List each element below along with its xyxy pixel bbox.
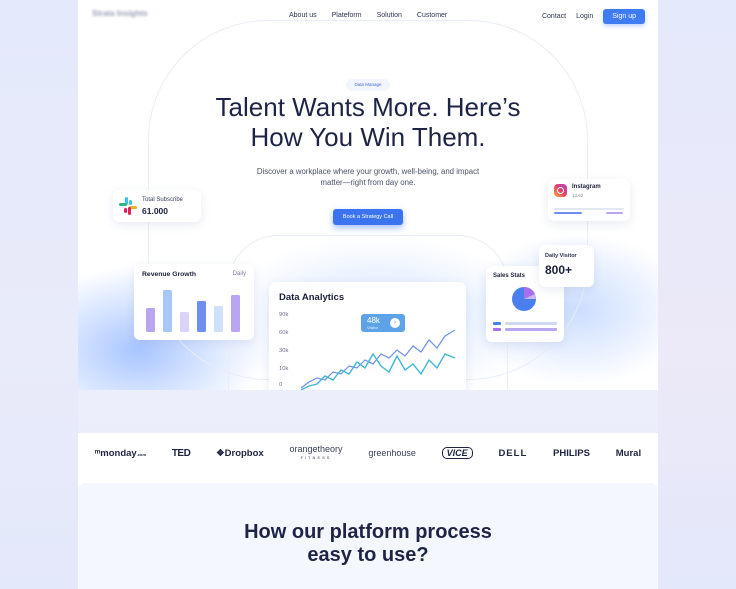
- contact-link[interactable]: Contact: [542, 13, 566, 20]
- process-section: How our platform process easy to use?: [78, 473, 658, 589]
- vice-logo: VICE: [441, 447, 473, 459]
- orangetheory-text: orangetheory: [289, 443, 343, 454]
- tooltip-label: Visitor: [367, 325, 379, 330]
- nav-link-solution[interactable]: Solution: [377, 12, 402, 19]
- brand-logo[interactable]: Strata Insights: [92, 9, 148, 27]
- revenue-title: Revenue Growth: [142, 271, 197, 278]
- sales-legend-bar: [505, 322, 557, 325]
- instagram-name: Instagram: [572, 184, 601, 190]
- orangetheory-subtext: FITNESS: [300, 454, 332, 460]
- revenue-bar: [146, 308, 155, 332]
- hero-title-line-1: Talent Wants More. Here’s: [215, 92, 521, 122]
- instagram-card: Instagram 13,62: [548, 179, 630, 221]
- analytics-title: Data Analytics: [279, 292, 345, 303]
- hero-subtitle-line-1: Discover a workplace where your growth, …: [256, 167, 480, 176]
- analytics-line-primary: [300, 352, 456, 390]
- revenue-bar: [180, 312, 189, 332]
- analytics-tick: 10k: [279, 366, 289, 372]
- hero-subtitle: Discover a workplace where your growth, …: [244, 166, 492, 188]
- tooltip-arrow-icon: ›: [390, 318, 400, 328]
- instagram-progress: [554, 212, 582, 214]
- instagram-progress-secondary: [606, 212, 623, 214]
- login-link[interactable]: Login: [576, 13, 593, 20]
- sales-title: Sales Stats: [493, 273, 526, 279]
- revenue-bar: [163, 290, 172, 332]
- revenue-bar: [197, 301, 206, 332]
- revenue-growth-card: Revenue Growth Daily: [134, 264, 254, 340]
- analytics-tick: 0: [279, 382, 283, 388]
- monday-logo: ᵐmonday.com: [95, 448, 146, 459]
- revenue-period[interactable]: Daily: [233, 271, 246, 277]
- book-strategy-call-button[interactable]: Book a Strategy Call: [333, 209, 403, 225]
- hero-subtitle-line-2: matter—right from day one.: [320, 178, 416, 187]
- subscribe-value: 61.000: [142, 206, 168, 216]
- revenue-bar-chart: [146, 286, 246, 332]
- monday-text: monday: [100, 447, 137, 459]
- instagram-icon: [554, 184, 567, 197]
- revenue-bar: [214, 306, 223, 332]
- nav-links: About us Plateform Solution Customer: [289, 12, 447, 19]
- nav-actions: Contact Login Sign up: [542, 9, 645, 24]
- tooltip-value: 48k: [367, 316, 380, 325]
- nav-link-customer[interactable]: Customer: [417, 12, 447, 19]
- hero-title: Talent Wants More. Here’s How You Win Th…: [78, 92, 658, 152]
- philips-logo: PHILIPS: [553, 447, 590, 459]
- page-background-right: [658, 0, 736, 589]
- subscribe-label: Total Subscribe: [142, 197, 184, 203]
- nav-link-platform[interactable]: Plateform: [332, 12, 362, 19]
- dropbox-text: Dropbox: [224, 447, 264, 459]
- dropbox-logo: ❖Dropbox: [216, 448, 264, 459]
- daily-visitor-card: Daily Visitor 800+: [539, 245, 594, 287]
- process-title: How our platform process easy to use?: [78, 521, 658, 567]
- sales-legend-bar: [505, 328, 557, 331]
- monday-suffix: .com: [136, 451, 147, 457]
- eyebrow-badge: Data Manage: [346, 79, 390, 91]
- revenue-bar: [231, 295, 240, 332]
- visitor-value: 800+: [545, 263, 573, 277]
- nav-link-about[interactable]: About us: [289, 12, 317, 19]
- hero-title-line-2: How You Win Them.: [250, 122, 486, 152]
- top-navbar: Strata Insights About us Plateform Solut…: [78, 0, 658, 34]
- analytics-line-secondary: [300, 329, 456, 389]
- process-title-line-1: How our platform process: [244, 521, 492, 543]
- sales-legend-swatch: [493, 328, 501, 331]
- process-title-line-2: easy to use?: [307, 544, 429, 566]
- data-analytics-card: Data Analytics 90k 60k 30k 10k 0 48k Vis…: [269, 282, 466, 390]
- instagram-track: [554, 208, 624, 210]
- total-subscribe-card: Total Subscribe 61.000: [113, 190, 201, 222]
- page-background-left: [0, 0, 78, 589]
- sales-pie-chart: [512, 286, 537, 311]
- partner-logos: ᵐmonday.com TED ❖Dropbox orangetheory FIT…: [78, 433, 658, 473]
- analytics-tick: 30k: [279, 348, 289, 354]
- sales-legend-swatch: [493, 322, 501, 325]
- greenhouse-logo: greenhouse: [368, 448, 416, 458]
- analytics-tick: 60k: [279, 330, 289, 336]
- mural-logo: Mural: [615, 447, 642, 459]
- slack-icon: [119, 197, 137, 215]
- dropbox-icon: ❖: [216, 447, 225, 459]
- analytics-tick: 90k: [279, 312, 289, 318]
- orangetheory-logo: orangetheory FITNESS: [289, 443, 343, 461]
- visitor-label: Daily Visitor: [545, 253, 577, 259]
- analytics-tooltip: 48k Visitor ›: [361, 314, 405, 332]
- signup-button[interactable]: Sign up: [603, 9, 645, 24]
- instagram-count: 13,62: [572, 193, 584, 198]
- dell-logo: DELL: [498, 447, 528, 459]
- hero-section: Strata Insights About us Plateform Solut…: [78, 0, 658, 390]
- ted-logo: TED: [171, 447, 191, 459]
